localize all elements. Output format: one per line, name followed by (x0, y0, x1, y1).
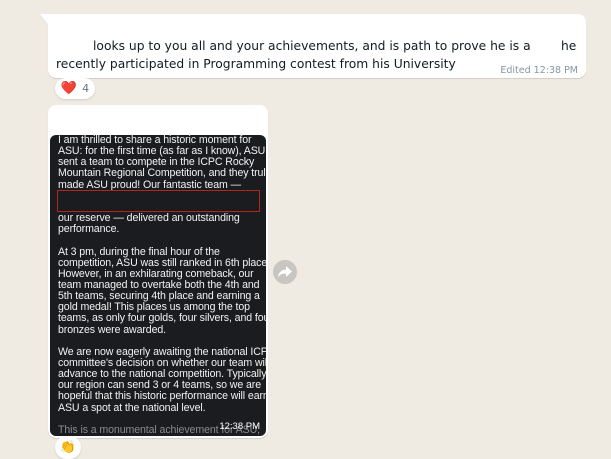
image-text-line: However, in an exhilarating comeback, ou… (58, 267, 254, 280)
image-text-line: I am thrilled to share a historic moment… (58, 135, 252, 146)
image-text-line: sent a team to compete in the ICPC Rocky (58, 156, 255, 169)
message-time: 12:38 PM (219, 421, 260, 432)
message-text-line1-end: he (561, 39, 577, 53)
image-text-line: Mountain Regional Competition, and they … (58, 167, 266, 180)
image-text-line: team managed to overtake both the 4th an… (58, 278, 260, 291)
image-text-line: bronzes were awarded. (58, 323, 167, 336)
message-bubble-2[interactable]: This is a monumental achievement for ASU… (48, 105, 268, 438)
reaction-heart[interactable]: ❤️ 4 (55, 78, 95, 99)
image-text-line: competition, ASU was still ranked in 6th… (58, 256, 266, 269)
image-text-line: teams, as only four golds, four silvers,… (58, 312, 266, 325)
image-text-line: ASU a spot at the national level. (58, 401, 206, 414)
clap-icon: 👏 (59, 440, 77, 455)
forward-icon (278, 266, 292, 278)
image-text-line: advance to the national competition. Typ… (58, 368, 266, 381)
image-text-line: made ASU proud! Our fantastic team — (58, 178, 242, 191)
image-text-line: performance. (58, 223, 120, 236)
forward-button[interactable] (273, 260, 297, 284)
message-meta: Edited 12:38 PM (500, 65, 578, 76)
image-text-line: committee's decision on whether our team… (58, 357, 266, 369)
image-text-line: 5th teams, securing 4th place and earnin… (58, 290, 260, 303)
image-text-line: At 3 pm, during the final hour of the (58, 245, 220, 258)
reaction-count: 4 (82, 82, 90, 95)
image-text-line: gold medal! This places us among the top (58, 301, 250, 314)
heart-icon: ❤️ (60, 81, 78, 96)
image-text-line: ASU: for the first time (as far as I kno… (58, 145, 266, 158)
screenshot-image[interactable]: This is a monumental achievement for ASU… (50, 135, 266, 436)
image-text-line: our reserve — delivered an outstanding (58, 212, 240, 225)
image-text-line: hopeful that this historic performance w… (58, 390, 266, 403)
message-bubble-1[interactable]: looks up to you all and your achievement… (40, 14, 586, 78)
reaction-clap[interactable]: 👏 (55, 436, 81, 459)
image-text-line: our region can send 3 or 4 teams, so we … (58, 379, 261, 392)
bubble-tail (40, 14, 48, 24)
redaction-box (57, 190, 260, 212)
message-text-line2: recently participated in Programming con… (56, 57, 456, 71)
image-text-line: We are now eagerly awaiting the national… (58, 345, 266, 358)
message-text-line1: looks up to you all and your achievement… (93, 39, 531, 53)
